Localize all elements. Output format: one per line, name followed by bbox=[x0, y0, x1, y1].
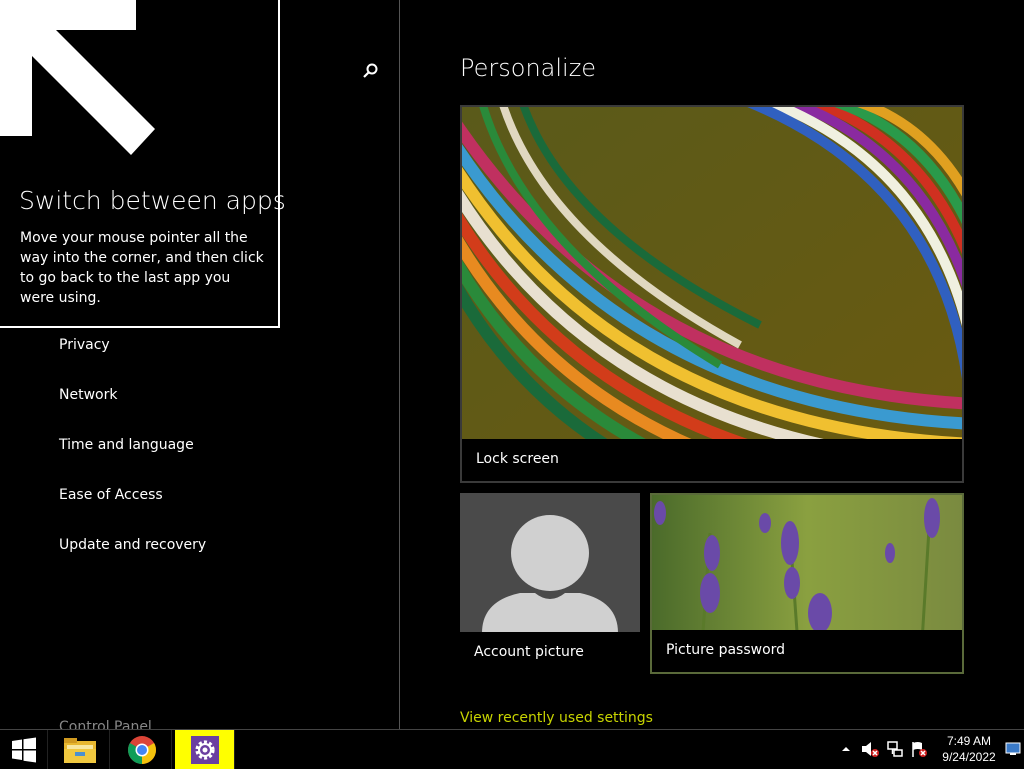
clock[interactable]: 7:49 AM 9/24/2022 bbox=[936, 733, 1002, 765]
tip-title: Switch between apps bbox=[19, 186, 286, 215]
volume-muted-icon bbox=[862, 742, 879, 757]
sidebar-item-update-and-recovery[interactable]: Update and recovery bbox=[59, 532, 206, 558]
clock-date: 9/24/2022 bbox=[942, 750, 996, 764]
start-icon bbox=[11, 737, 36, 762]
chrome-button[interactable] bbox=[112, 730, 172, 769]
sidebar-item-ease-of-access[interactable]: Ease of Access bbox=[59, 482, 163, 508]
sidebar-item-time-and-language[interactable]: Time and language bbox=[59, 432, 194, 458]
show-desktop-button[interactable] bbox=[1004, 738, 1022, 760]
corner-arrow-icon bbox=[0, 0, 155, 155]
file-explorer-icon bbox=[63, 737, 96, 763]
avatar-placeholder-icon bbox=[482, 515, 618, 633]
view-recent-settings-link[interactable]: View recently used settings bbox=[460, 710, 653, 729]
start-button[interactable] bbox=[0, 730, 48, 769]
sidebar-item-network[interactable]: Network bbox=[59, 382, 117, 408]
chrome-icon bbox=[127, 735, 156, 764]
network-icon bbox=[887, 741, 903, 757]
picture-password-label: Picture password bbox=[652, 630, 962, 672]
lock-screen-tile[interactable]: Lock screen bbox=[460, 105, 964, 483]
volume-button[interactable] bbox=[858, 738, 882, 760]
chevron-up-icon bbox=[842, 747, 850, 751]
clock-time: 7:49 AM bbox=[946, 734, 992, 748]
show-hidden-icons-button[interactable] bbox=[838, 738, 854, 760]
page-title: Personalize bbox=[460, 54, 597, 82]
switch-apps-tip: Switch between apps Move your mouse poin… bbox=[0, 0, 286, 328]
search-icon[interactable] bbox=[360, 60, 382, 82]
action-center-button[interactable] bbox=[908, 738, 930, 760]
tip-body: Move your mouse pointer all the way into… bbox=[20, 230, 264, 306]
picture-password-tile[interactable]: Picture password bbox=[650, 493, 964, 674]
settings-icon bbox=[190, 735, 219, 764]
show-desktop-icon bbox=[1005, 742, 1021, 755]
file-explorer-button[interactable] bbox=[50, 730, 110, 769]
network-button[interactable] bbox=[884, 738, 906, 760]
taskbar: 7:49 AM 9/24/2022 bbox=[0, 729, 1024, 769]
action-center-flag-icon bbox=[912, 742, 927, 757]
lock-screen-image bbox=[462, 107, 962, 481]
settings-button[interactable] bbox=[175, 730, 235, 769]
account-picture-tile[interactable]: Account picture bbox=[460, 493, 640, 674]
control-panel-link[interactable]: Control Panel bbox=[59, 716, 152, 729]
account-picture-label: Account picture bbox=[460, 632, 640, 674]
sidebar-item-privacy[interactable]: Privacy bbox=[59, 332, 110, 358]
lock-screen-label: Lock screen bbox=[462, 439, 962, 481]
